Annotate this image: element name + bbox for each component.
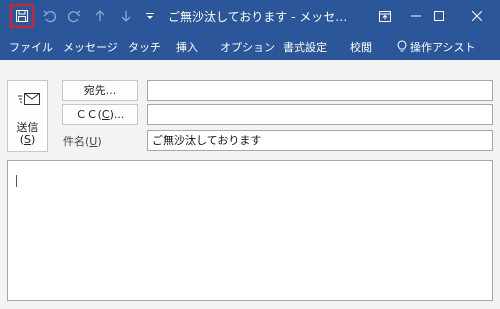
cc-button[interactable]: ＣＣ(C)... [62, 104, 138, 125]
to-field[interactable] [147, 80, 493, 101]
cc-label-prefix: ＣＣ( [75, 108, 102, 121]
tab-review[interactable]: 校閲 [350, 39, 372, 55]
window-title: ご無沙汰しております - メッセ… [168, 10, 348, 24]
down-button[interactable] [114, 4, 138, 28]
subject-field[interactable]: ご無沙汰しております [147, 130, 493, 151]
subject-label-prefix: 件名( [63, 135, 90, 148]
title-bar: ご無沙汰しております - メッセ… [0, 0, 500, 32]
customize-quick-access-button[interactable] [138, 4, 162, 28]
up-button[interactable] [88, 4, 112, 28]
send-envelope-icon [18, 93, 40, 105]
cc-field[interactable] [147, 104, 493, 125]
redo-icon [68, 10, 81, 23]
close-icon [472, 11, 482, 21]
send-shortcut-key: S [24, 133, 31, 146]
cc-shortcut-key: C [101, 108, 110, 121]
down-icon [121, 11, 131, 22]
redo-button[interactable] [62, 4, 86, 28]
up-icon [95, 10, 105, 21]
tab-message[interactable]: メッセージ [63, 39, 118, 55]
message-body[interactable] [7, 160, 493, 301]
undo-button[interactable] [38, 4, 62, 28]
tab-options[interactable]: オプション [220, 39, 275, 55]
send-button[interactable]: 送信 (S) [7, 80, 48, 152]
cc-label-suffix: )... [109, 108, 125, 121]
compose-area: 送信 (S) 宛先... ＣＣ(C)... 件名(U) ご無沙汰しております [0, 60, 500, 309]
save-button[interactable] [10, 4, 34, 28]
send-shortcut: (S) [19, 133, 36, 146]
ribbon-tabs: ファイル メッセージ タッチ 挿入 オプション 書式設定 校閲 操作アシスト [0, 32, 500, 60]
tab-file[interactable]: ファイル [9, 39, 53, 55]
close-button[interactable] [454, 0, 500, 32]
lightbulb-icon [397, 40, 407, 52]
ribbon-display-icon [379, 10, 391, 22]
subject-label-suffix: ) [97, 135, 102, 148]
save-icon [16, 10, 28, 22]
undo-icon [43, 10, 56, 23]
maximize-icon [434, 11, 444, 21]
text-cursor [16, 175, 17, 187]
subject-label: 件名(U) [63, 133, 102, 149]
tab-tell-me[interactable]: 操作アシスト [410, 39, 476, 55]
customize-icon [146, 13, 154, 19]
to-button[interactable]: 宛先... [62, 80, 138, 101]
tab-touch[interactable]: タッチ [128, 39, 161, 55]
tab-insert[interactable]: 挿入 [176, 39, 198, 55]
tab-format[interactable]: 書式設定 [283, 39, 327, 55]
